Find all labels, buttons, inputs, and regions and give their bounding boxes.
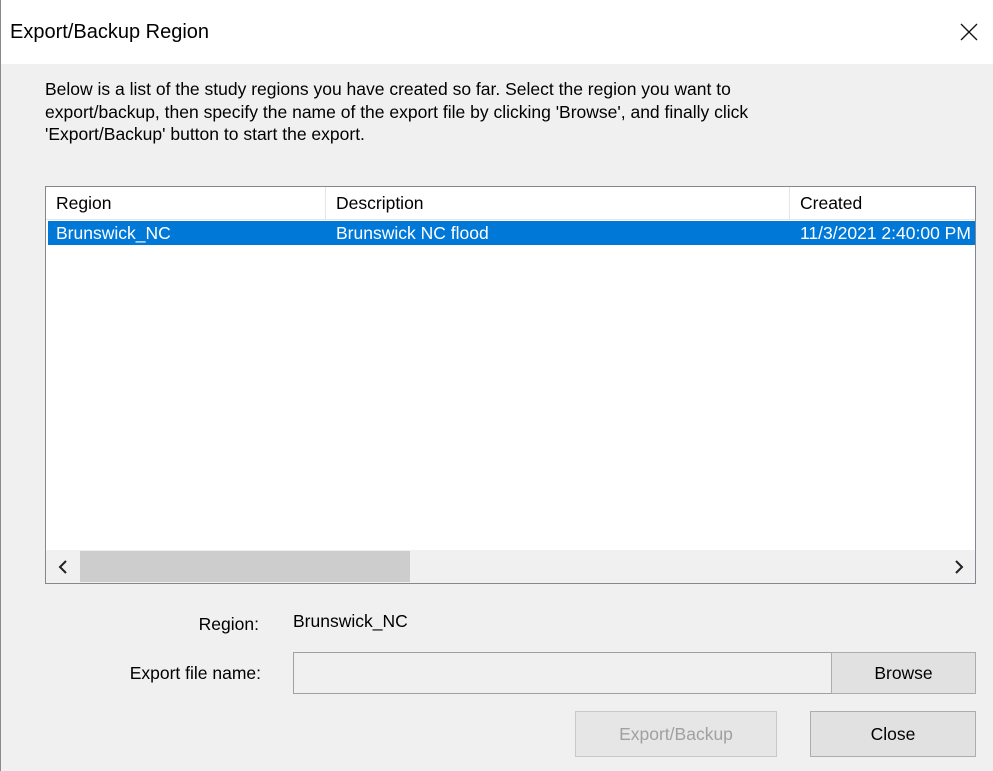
row-region-cell: Brunswick_NC <box>56 223 171 243</box>
chevron-left-icon[interactable] <box>46 550 79 583</box>
close-button[interactable]: Close <box>810 711 976 757</box>
export-backup-button[interactable]: Export/Backup <box>575 711 777 757</box>
region-label: Region: <box>198 614 259 634</box>
row-description-cell: Brunswick NC flood <box>336 223 489 243</box>
region-value: Brunswick_NC <box>293 611 408 631</box>
window-title: Export/Backup Region <box>10 21 210 43</box>
browse-button[interactable]: Browse <box>831 652 976 694</box>
instructions-text: Below is a list of the study regions you… <box>45 79 749 144</box>
export-backup-dialog: Export/Backup Region Below is a list of … <box>0 0 993 771</box>
list-header: Region Description Created <box>46 187 975 220</box>
column-header-created[interactable]: Created <box>790 187 975 219</box>
row-created-cell: 11/3/2021 2:40:00 PM <box>800 223 971 243</box>
column-header-description[interactable]: Description <box>326 187 790 219</box>
close-icon[interactable] <box>951 14 987 50</box>
scrollbar-thumb[interactable] <box>80 551 410 582</box>
list-row[interactable]: Brunswick_NC Brunswick NC flood 11/3/202… <box>48 221 975 245</box>
export-file-name-input[interactable] <box>293 652 832 694</box>
chevron-right-icon[interactable] <box>942 550 975 583</box>
export-file-label: Export file name: <box>129 663 261 683</box>
regions-list[interactable]: Region Description Created Brunswick_NC … <box>45 186 976 584</box>
horizontal-scrollbar[interactable] <box>46 550 975 583</box>
title-bar[interactable]: Export/Backup Region <box>1 0 993 64</box>
column-header-region[interactable]: Region <box>46 187 326 219</box>
